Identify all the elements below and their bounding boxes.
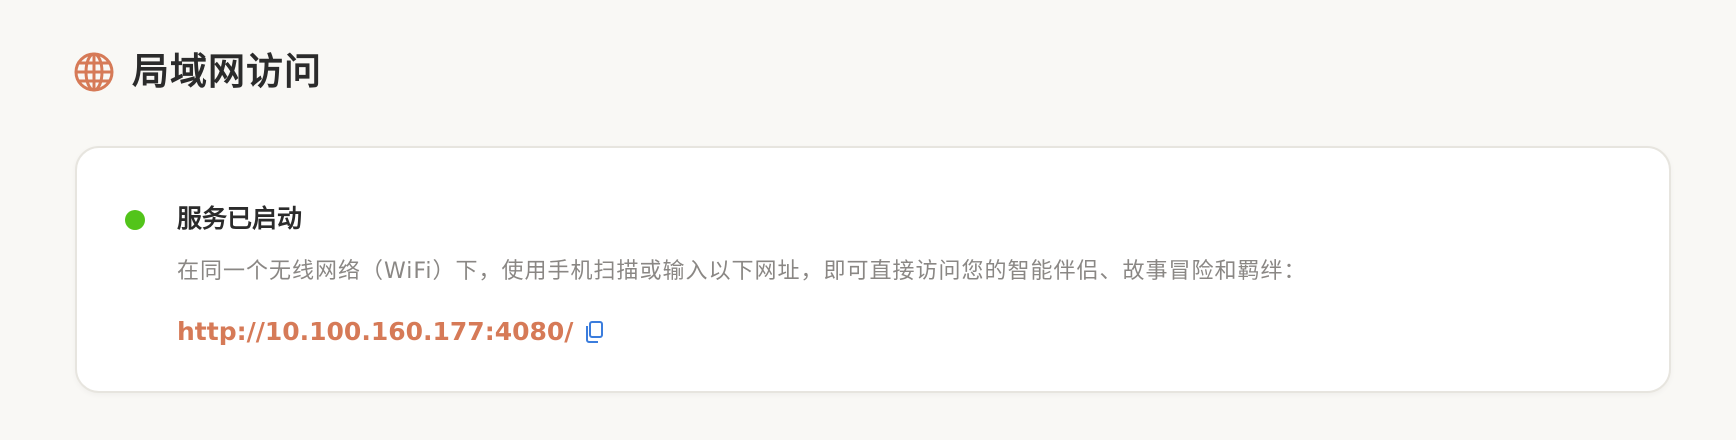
lan-url-link[interactable]: http://10.100.160.177:4080/: [177, 312, 573, 352]
url-row: http://10.100.160.177:4080/: [177, 312, 605, 352]
globe-icon: [74, 52, 114, 92]
copy-icon: [586, 321, 604, 343]
lan-status-card: 服务已启动 在同一个无线网络（WiFi）下，使用手机扫描或输入以下网址，即可直接…: [75, 146, 1671, 393]
lan-access-page: 局域网访问 服务已启动 在同一个无线网络（WiFi）下，使用手机扫描或输入以下网…: [0, 0, 1736, 440]
status-indicator-dot: [125, 210, 145, 230]
copy-url-button[interactable]: [583, 319, 605, 345]
status-description: 在同一个无线网络（WiFi）下，使用手机扫描或输入以下网址，即可直接访问您的智能…: [177, 259, 1307, 284]
section-header: 局域网访问: [74, 48, 322, 96]
status-title: 服务已启动: [177, 204, 303, 233]
section-title: 局域网访问: [132, 50, 322, 93]
